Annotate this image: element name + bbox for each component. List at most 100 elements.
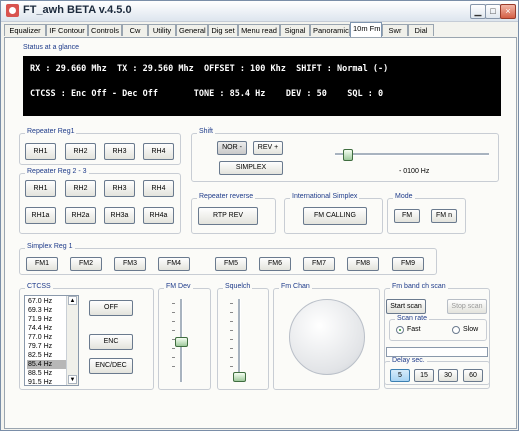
status-label: Status at a glance (23, 44, 80, 51)
scroll-down-icon[interactable]: ▼ (68, 375, 77, 384)
nor-button[interactable]: NOR - (217, 141, 247, 155)
rh4-button[interactable]: RH4 (143, 143, 174, 160)
simplex-button[interactable]: SIMPLEX (219, 161, 283, 175)
delay-30-button[interactable]: 30 (438, 369, 458, 382)
tab-equalizer[interactable]: Equalizer (4, 24, 46, 36)
minimize-button[interactable]: ▁ (470, 4, 486, 19)
reg23-rh3-button[interactable]: RH3 (104, 180, 135, 197)
tab-panoramic[interactable]: Panoramic (310, 24, 350, 36)
fast-label: Fast (407, 326, 421, 333)
squelch-track[interactable] (238, 299, 241, 382)
reg23-rh2-button[interactable]: RH2 (65, 180, 96, 197)
stop-scan-button[interactable]: Stop scan (447, 299, 487, 314)
tab-signal[interactable]: Signal (280, 24, 310, 36)
fm9-button[interactable]: FM9 (392, 257, 424, 271)
ctcss-enc-button[interactable]: ENC (89, 334, 133, 350)
tick (230, 357, 233, 358)
shift-offset-thumb[interactable] (343, 149, 353, 161)
squelch-thumb[interactable] (233, 372, 246, 382)
tab-10m-fm[interactable]: 10m Fm (350, 22, 382, 37)
rtp-rev-button[interactable]: RTP REV (198, 207, 258, 225)
fm-calling-button[interactable]: FM CALLING (303, 207, 367, 225)
ctcss-encdec-button[interactable]: ENC/DEC (89, 358, 133, 374)
fm6-button[interactable]: FM6 (259, 257, 291, 271)
fm3-button[interactable]: FM3 (114, 257, 146, 271)
tick (172, 357, 175, 358)
start-scan-button[interactable]: Start scan (386, 299, 426, 314)
ctcss-tone-item[interactable]: 74.4 Hz (27, 324, 66, 333)
ctcss-off-button[interactable]: OFF (89, 300, 133, 316)
window-title: FT_awh BETA v.4.5.0 (23, 4, 132, 16)
fm5-button[interactable]: FM5 (215, 257, 247, 271)
delay-label: Delay sec. (390, 357, 427, 364)
tab-menu-read[interactable]: Menu read (238, 24, 280, 36)
shift-label: Shift (197, 128, 216, 135)
tick (230, 366, 233, 367)
ctcss-tone-item[interactable]: 79.7 Hz (27, 342, 66, 351)
ctcss-tone-list[interactable]: 67.0 Hz 69.3 Hz 71.9 Hz 74.4 Hz 77.0 Hz … (24, 295, 79, 386)
delay-15-button[interactable]: 15 (414, 369, 434, 382)
shift-offset-track[interactable] (335, 153, 489, 156)
tick (172, 366, 175, 367)
close-button[interactable]: × (500, 4, 516, 19)
ctcss-tone-item[interactable]: 69.3 Hz (27, 306, 66, 315)
fm-n-mode-button[interactable]: FM n (431, 209, 457, 223)
status-line-2: CTCSS : Enc Off - Dec Off TONE : 85.4 Hz… (30, 89, 384, 99)
tick (230, 303, 233, 304)
ctcss-scrollbar[interactable]: ▲ ▼ (66, 296, 78, 385)
tab-dial[interactable]: Dial (408, 24, 434, 36)
tick (172, 348, 175, 349)
rh3-button[interactable]: RH3 (104, 143, 135, 160)
fm-chan-knob[interactable] (289, 299, 365, 375)
fm4-button[interactable]: FM4 (158, 257, 190, 271)
reg23-rh1-button[interactable]: RH1 (25, 180, 56, 197)
fm-mode-button[interactable]: FM (394, 209, 420, 223)
reg23-rh4-button[interactable]: RH4 (143, 180, 174, 197)
delay-5-button[interactable]: 5 (390, 369, 410, 382)
fm1-button[interactable]: FM1 (26, 257, 58, 271)
tick (230, 339, 233, 340)
tick (172, 303, 175, 304)
fm7-button[interactable]: FM7 (303, 257, 335, 271)
repeater-reg1-label: Repeater Reg1 (25, 128, 77, 135)
fm8-button[interactable]: FM8 (347, 257, 379, 271)
ctcss-tone-item[interactable]: 91.5 Hz (27, 378, 66, 385)
tab-dig-set[interactable]: Dig set (208, 24, 238, 36)
scan-progress-bar (386, 347, 488, 357)
rh1-button[interactable]: RH1 (25, 143, 56, 160)
maximize-button[interactable]: □ (485, 4, 501, 19)
tab-cw[interactable]: Cw (122, 24, 148, 36)
fm-chan-label: Fm Chan (279, 283, 312, 290)
tick (172, 330, 175, 331)
tab-if-contour[interactable]: IF Contour (46, 24, 88, 36)
fm-dev-thumb[interactable] (175, 337, 188, 347)
scan-rate-label: Scan rate (395, 315, 429, 322)
ctcss-tone-item-selected[interactable]: 85.4 Hz (27, 360, 66, 369)
delay-60-button[interactable]: 60 (463, 369, 483, 382)
rh2-button[interactable]: RH2 (65, 143, 96, 160)
shift-offset-value: - 0100 Hz (399, 168, 430, 175)
ctcss-tone-item[interactable]: 71.9 Hz (27, 315, 66, 324)
fast-radio[interactable] (396, 326, 404, 334)
tab-swr[interactable]: Swr (382, 24, 408, 36)
ctcss-tone-item[interactable]: 77.0 Hz (27, 333, 66, 342)
fm2-button[interactable]: FM2 (70, 257, 102, 271)
rh3a-button[interactable]: RH3a (104, 207, 135, 224)
tick (230, 321, 233, 322)
ctcss-tone-item[interactable]: 88.5 Hz (27, 369, 66, 378)
tick (172, 312, 175, 313)
scroll-up-icon[interactable]: ▲ (68, 296, 77, 305)
ctcss-tone-item[interactable]: 82.5 Hz (27, 351, 66, 360)
ctcss-tone-item[interactable]: 67.0 Hz (27, 297, 66, 306)
rh1a-button[interactable]: RH1a (25, 207, 56, 224)
fm-dev-label: FM Dev (164, 283, 193, 290)
tick (230, 348, 233, 349)
tab-general[interactable]: General (176, 24, 208, 36)
rev-button[interactable]: REV + (253, 141, 283, 155)
tick (172, 321, 175, 322)
rh4a-button[interactable]: RH4a (143, 207, 174, 224)
tab-controls[interactable]: Controls (88, 24, 122, 36)
slow-radio[interactable] (452, 326, 460, 334)
tab-utility[interactable]: Utility (148, 24, 176, 36)
rh2a-button[interactable]: RH2a (65, 207, 96, 224)
